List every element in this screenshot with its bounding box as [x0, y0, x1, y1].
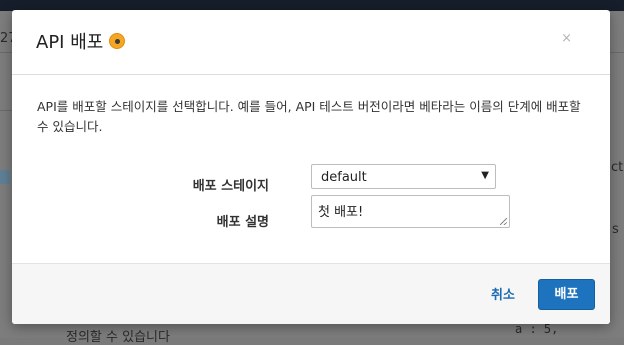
background-code-fragment: a : 5, — [515, 322, 559, 336]
deploy-api-dialog: API 배포 × API를 배포할 스테이지를 선택합니다. 예를 들어, AP… — [12, 10, 610, 324]
deployment-description-label: 배포 설명 — [216, 215, 269, 230]
dialog-title: API 배포 — [36, 32, 104, 53]
deploy-button[interactable]: 배포 — [538, 279, 595, 310]
dialog-header: API 배포 × — [12, 10, 610, 75]
background-text-fragment: 정의할 수 있습니다 — [66, 330, 170, 345]
info-dot-icon[interactable] — [109, 33, 126, 49]
dialog-description: API를 배포할 스테이지를 선택합니다. 예를 들어, API 테스트 버전이… — [37, 99, 581, 134]
background-text-fragment: ct — [611, 160, 624, 175]
deployment-description-value: 첫 배포! — [318, 205, 364, 220]
resize-grip-icon[interactable] — [500, 218, 507, 225]
dialog-title-wrap: API 배포 — [36, 28, 126, 54]
dialog-body: API를 배포할 스테이지를 선택합니다. 예를 들어, API 테스트 버전이… — [12, 75, 610, 263]
background-divider — [0, 110, 12, 111]
chevron-down-icon: ▼ — [481, 170, 489, 181]
stage-select[interactable]: default ▼ — [311, 164, 496, 189]
dialog-footer: 취소 배포 — [12, 263, 610, 324]
stage-select-value: default — [321, 170, 367, 185]
close-icon[interactable]: × — [561, 31, 572, 46]
stage-label: 배포 스테이지 — [192, 179, 269, 194]
background-selected-strip — [0, 170, 10, 184]
cancel-button[interactable]: 취소 — [491, 284, 515, 303]
deployment-description-field[interactable]: 첫 배포! — [311, 195, 510, 228]
background-text-fragment: s — [612, 222, 619, 237]
